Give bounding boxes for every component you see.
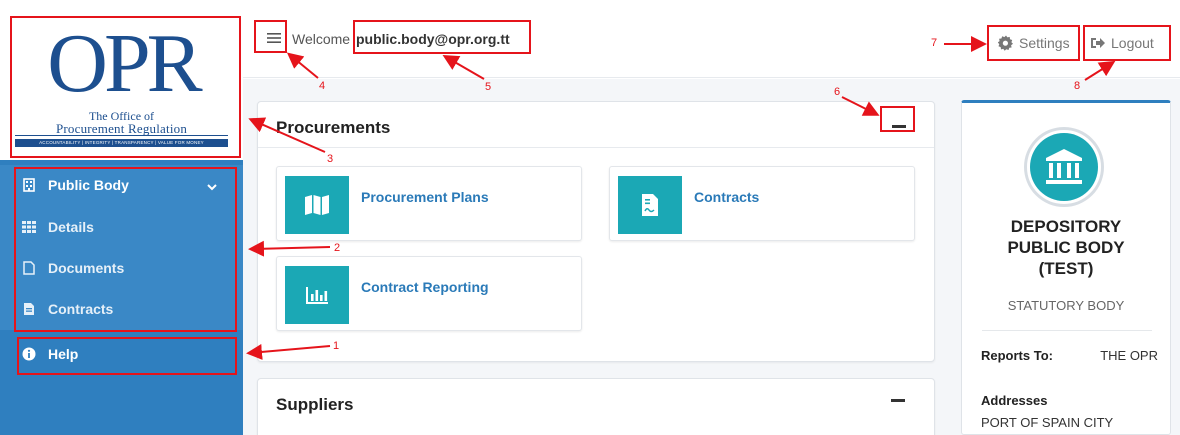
annotation-box-sidebar-menu [14, 167, 237, 332]
reports-to-label: Reports To: [981, 348, 1053, 363]
annotation-number-6: 6 [834, 86, 841, 98]
annotation-box-menu-toggle [254, 20, 287, 53]
address-value: PORT OF SPAIN CITY [981, 415, 1114, 430]
institution-icon [1030, 133, 1098, 201]
profile-card: DEPOSITORY PUBLIC BODY (TEST) STATUTORY … [961, 100, 1171, 435]
annotation-box-logout [1083, 25, 1171, 61]
organization-name-text: DEPOSITORY PUBLIC BODY (TEST) [1007, 217, 1125, 278]
procurements-title: Procurements [276, 118, 391, 137]
contract-file-icon [618, 176, 682, 234]
annotation-number-2: 2 [334, 242, 341, 254]
organization-name: DEPOSITORY PUBLIC BODY (TEST) [962, 216, 1170, 279]
welcome-text: Welcome [292, 31, 351, 47]
annotation-number-7: 7 [931, 37, 938, 49]
map-icon [285, 176, 349, 234]
addresses-label: Addresses [981, 393, 1048, 408]
bar-chart-icon [285, 266, 349, 324]
annotation-box-help [17, 337, 237, 375]
annotation-box-collapse [880, 106, 915, 132]
tile-label: Contract Reporting [361, 279, 489, 295]
tile-contract-reporting[interactable]: Contract Reporting [276, 256, 582, 331]
collapse-icon[interactable] [891, 399, 905, 402]
annotation-number-3: 3 [327, 153, 334, 165]
avatar [1024, 127, 1104, 207]
reports-to-value: THE OPR [1100, 348, 1158, 363]
annotation-number-8: 8 [1074, 80, 1081, 92]
suppliers-card: Suppliers [257, 378, 935, 435]
annotation-box-logo [10, 16, 241, 158]
suppliers-title: Suppliers [276, 395, 354, 414]
annotation-box-settings [987, 25, 1080, 61]
tile-label: Procurement Plans [361, 189, 489, 205]
tile-contracts[interactable]: Contracts [609, 166, 915, 241]
annotation-box-user-email [353, 20, 531, 54]
card-divider [258, 147, 934, 148]
annotation-number-1: 1 [333, 340, 340, 352]
tile-procurement-plans[interactable]: Procurement Plans [276, 166, 582, 241]
annotation-number-4: 4 [319, 80, 326, 92]
annotation-number-5: 5 [485, 81, 492, 93]
profile-divider [982, 330, 1152, 331]
tile-label: Contracts [694, 189, 760, 205]
organization-type: STATUTORY BODY [1007, 298, 1125, 313]
procurements-card: Procurements Procurement Plans Contracts… [257, 101, 935, 362]
